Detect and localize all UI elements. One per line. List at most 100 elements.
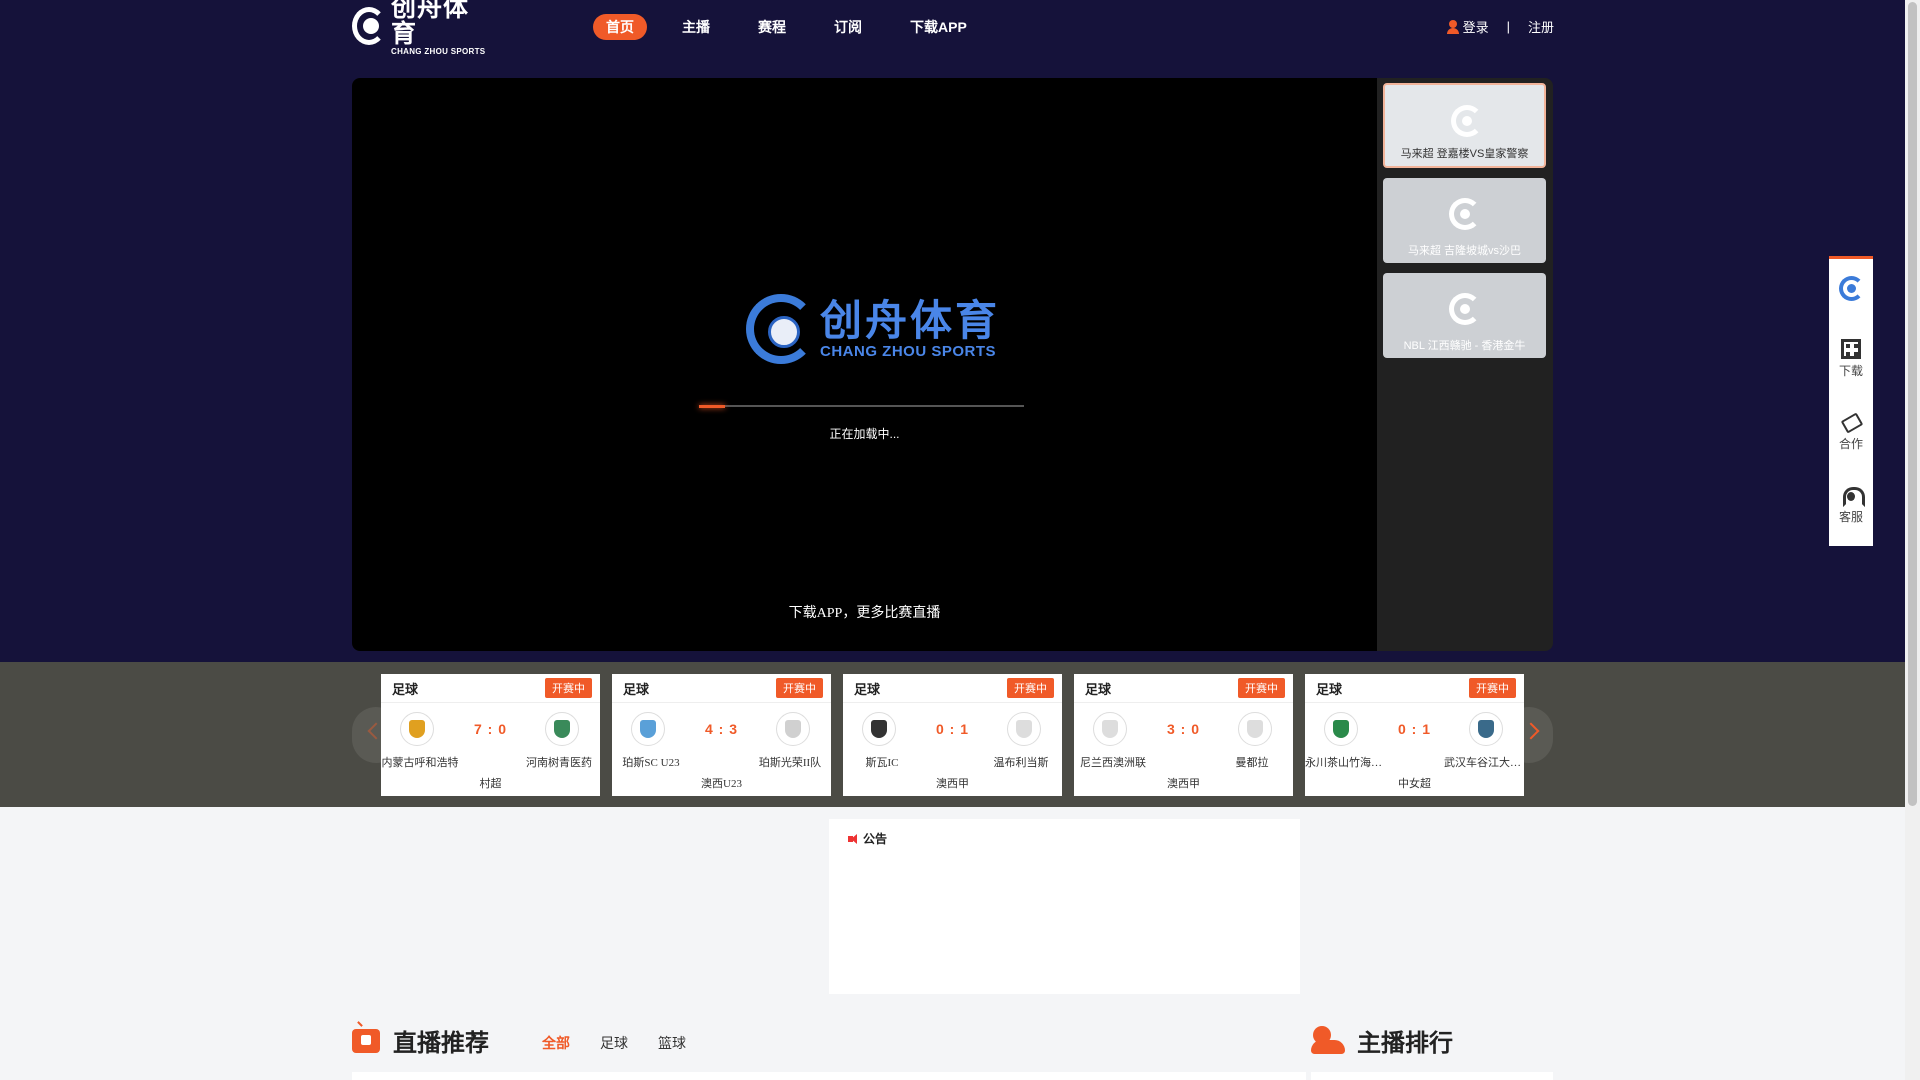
away-team-name: 珀斯光荣II队 [758, 757, 822, 769]
loading-text: 正在加载中... [829, 427, 900, 441]
away-team-name: 曼都拉 [1235, 757, 1269, 769]
page-scrollbar[interactable] [1905, 0, 1920, 1080]
status-badge: 开赛中 [545, 678, 592, 698]
notice-panel: 公告 [829, 819, 1300, 994]
match-card[interactable]: 足球开赛中 0 : 1 永川茶山竹海女足 武汉车谷江大女足 中女超 [1305, 674, 1524, 796]
logo-cn-text: 创舟体育 [391, 0, 470, 48]
site-logo[interactable]: 创舟体育 CHANG ZHOU SPORTS [352, 0, 487, 56]
float-cooperate-button[interactable]: 合作 [1829, 412, 1873, 452]
match-league: 澳西甲 [1167, 778, 1200, 790]
status-badge: 开赛中 [1238, 678, 1285, 698]
match-sport: 足球 [392, 681, 419, 697]
register-link[interactable]: 注册 [1528, 17, 1554, 36]
status-badge: 开赛中 [1469, 678, 1516, 698]
away-team-name: 武汉车谷江大女足 [1444, 757, 1522, 769]
stream-thumb-icon [1451, 105, 1483, 137]
login-link[interactable]: 登录 [1463, 17, 1489, 36]
status-badge: 开赛中 [1007, 678, 1054, 698]
tab-basketball[interactable]: 篮球 [658, 1033, 686, 1053]
float-service-button[interactable]: 客服 [1829, 485, 1873, 525]
away-team-crest-icon [1007, 712, 1041, 746]
away-team-crest-icon [1238, 712, 1272, 746]
stream-thumb-icon [1449, 293, 1481, 325]
match-sport: 足球 [854, 681, 881, 697]
rank-list-panel [1311, 1072, 1553, 1080]
side-stream-label: 马来超 登嘉楼VS皇家警察 [1400, 148, 1529, 160]
nav-anchors[interactable]: 主播 [669, 14, 723, 40]
anchor-rank-icon [1311, 1025, 1347, 1056]
home-team-name: 斯瓦IC [865, 757, 899, 769]
match-league: 澳西U23 [701, 778, 742, 790]
match-card[interactable]: 足球 开赛中 0 : 1 斯瓦IC 温布利当斯 澳西甲 [843, 674, 1062, 796]
match-league: 澳西甲 [936, 778, 969, 790]
floating-sidebar: 下载 合作 客服 [1829, 256, 1873, 546]
app-logo-icon[interactable] [1839, 276, 1864, 301]
home-team-name: 内蒙古呼和浩特 [381, 757, 459, 769]
match-sport: 足球 [623, 681, 650, 697]
float-download-button[interactable]: 下载 [1829, 339, 1873, 379]
scrollbar-thumb[interactable] [1908, 2, 1917, 806]
match-card[interactable]: 足球 开赛中 7 : 0 内蒙古呼和浩特 河南树青医药 村超 [381, 674, 600, 796]
main-nav: 首页 主播 赛程 订阅 下载APP [593, 14, 1002, 40]
player-logo-en: CHANG ZHOU SPORTS [820, 343, 997, 360]
auth-separator: | [1506, 19, 1510, 34]
stream-thumb-icon [1449, 198, 1481, 230]
download-promo-text[interactable]: 下载APP，更多比赛直播 [352, 602, 1377, 622]
nav-schedule[interactable]: 赛程 [745, 14, 799, 40]
video-player[interactable]: 创舟体育 CHANG ZHOU SPORTS 正在加载中... 下载APP，更多… [352, 78, 1377, 651]
player-section: 创舟体育 CHANG ZHOU SPORTS 正在加载中... 下载APP，更多… [352, 78, 1553, 651]
live-list-panel [352, 1072, 1306, 1080]
match-sport: 足球 [1085, 681, 1112, 697]
float-cooperate-label: 合作 [1838, 437, 1863, 451]
qr-code-icon [1841, 339, 1861, 359]
home-team-name: 尼兰西澳洲联 [1080, 757, 1146, 769]
home-team-name: 珀斯SC U23 [622, 757, 680, 769]
nav-home[interactable]: 首页 [593, 14, 647, 40]
rank-section-header: 主播排行 [1311, 1023, 1453, 1058]
away-team-name: 温布利当斯 [993, 757, 1049, 769]
logo-en-text: CHANG ZHOU SPORTS [391, 47, 486, 56]
away-team-crest-icon [776, 712, 810, 746]
tv-icon [352, 1028, 380, 1053]
player-logo-cn: 创舟体育 [820, 297, 1001, 344]
match-card[interactable]: 足球 开赛中 3 : 0 尼兰西澳洲联 曼都拉 澳西甲 [1074, 674, 1293, 796]
match-sport: 足球 [1316, 681, 1343, 697]
auth-links: 登录 | 注册 [1446, 17, 1554, 36]
loading-bar [699, 405, 1024, 408]
handshake-icon [1841, 412, 1861, 432]
tab-all[interactable]: 全部 [542, 1033, 570, 1053]
headset-icon [1841, 485, 1865, 507]
live-section-title: 直播推荐 [393, 1030, 489, 1057]
side-stream-list: 马来超 登嘉楼VS皇家警察 马来超 吉隆坡城vs沙巴 NBL 江西赣驰 - 香港… [1383, 83, 1546, 368]
ball-logo-icon [746, 294, 816, 364]
match-card[interactable]: 足球 开赛中 4 : 3 珀斯SC U23 珀斯光荣II队 澳西U23 [612, 674, 831, 796]
side-stream-card[interactable]: NBL 江西赣驰 - 香港金牛 [1383, 273, 1546, 358]
user-icon [1446, 19, 1460, 34]
away-team-name: 河南树青医药 [526, 757, 592, 769]
loading-bar-fill [699, 405, 725, 408]
player-logo: 创舟体育 CHANG ZHOU SPORTS [746, 294, 1000, 364]
logo-icon [352, 7, 386, 45]
away-team-crest-icon [1469, 712, 1503, 746]
side-stream-label: 马来超 吉隆坡城vs沙巴 [1407, 245, 1522, 257]
side-stream-label: NBL 江西赣驰 - 香港金牛 [1403, 340, 1526, 352]
match-league: 村超 [479, 778, 502, 790]
chevron-right-icon [1522, 722, 1540, 740]
live-tabs: 全部 足球 篮球 [542, 1029, 716, 1053]
side-stream-card[interactable]: 马来超 登嘉楼VS皇家警察 [1383, 83, 1546, 168]
status-badge: 开赛中 [776, 678, 823, 698]
float-service-label: 客服 [1838, 510, 1863, 524]
header: 创舟体育 CHANG ZHOU SPORTS 首页 主播 赛程 订阅 下载APP… [352, 0, 1554, 56]
speaker-icon [848, 833, 860, 844]
nav-subscribe[interactable]: 订阅 [821, 14, 875, 40]
float-download-label: 下载 [1838, 364, 1863, 378]
tab-football[interactable]: 足球 [600, 1033, 628, 1053]
rank-section-title: 主播排行 [1357, 1030, 1453, 1057]
away-team-crest-icon [545, 712, 579, 746]
notice-title: 公告 [863, 832, 888, 846]
side-stream-card[interactable]: 马来超 吉隆坡城vs沙巴 [1383, 178, 1546, 263]
match-league: 中女超 [1398, 778, 1431, 790]
nav-download-app[interactable]: 下载APP [897, 14, 980, 40]
live-section-header: 直播推荐 全部 足球 篮球 [352, 1023, 716, 1058]
home-team-name: 永川茶山竹海女足 [1305, 757, 1383, 769]
